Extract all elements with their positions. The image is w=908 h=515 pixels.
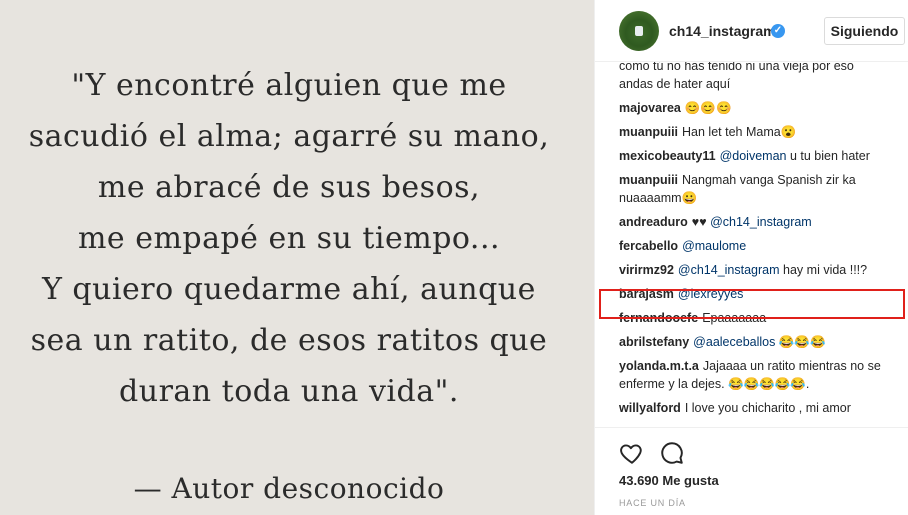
comment-text: hay mi vida !!!? [783,263,868,277]
comment-username[interactable]: fercabello [619,239,678,253]
verified-badge-icon: ✓ [771,24,785,38]
post-header: ch14_instagram ✓ Siguiendo [595,0,908,62]
comment-username[interactable]: mexicobeauty11 [619,149,716,163]
comment-username[interactable]: yolanda.m.t.a [619,359,699,373]
comment-username[interactable]: muanpuiii [619,173,678,187]
comment-mention[interactable]: @maulome [682,239,746,253]
quote-line: me abracé de sus besos, [97,170,481,205]
post-timestamp: HACE UN DÍA [619,498,686,508]
comment-username[interactable]: virirmz92 [619,263,674,277]
list-item: majovarea 😊😊😊 [619,99,889,117]
comment-text: como tú no has tenido ni una vieja por e… [619,62,854,91]
quote-line: sea un ratito, de esos ratitos que [30,323,548,358]
list-item: virirmz92 @ch14_instagram hay mi vida !!!… [619,261,889,279]
avatar[interactable] [619,11,659,51]
quote-line: Y quiero quedarme ahí, aunque [42,272,536,307]
avatar-logo-icon [635,26,643,36]
comment-mention[interactable]: @doiveman [720,149,787,163]
comment-username[interactable]: andreaduro [619,215,688,229]
quote-line: "Y encontré alguien que me [71,68,507,103]
comment-bubble-icon[interactable] [659,440,685,466]
quote-text: "Y encontré alguien que me sacudió el al… [0,60,578,417]
heart-icon[interactable] [619,440,645,466]
list-item: como tú no has tenido ni una vieja por e… [619,62,889,93]
instagram-post-view: "Y encontré alguien que me sacudió el al… [0,0,908,515]
list-item: willyalford I love you chicharito , mi am… [619,399,889,417]
comment-username[interactable]: majovarea [619,101,681,115]
comment-mention[interactable]: @ch14_instagram [710,215,812,229]
comment-text: 😂😂😂 [778,335,826,349]
comment-text: 😊😊😊 [684,101,732,115]
comment-mention[interactable]: @aaleceballos [693,335,775,349]
comments-list[interactable]: como tú no has tenido ni una vieja por e… [595,62,908,427]
post-username[interactable]: ch14_instagram [669,23,776,39]
following-button[interactable]: Siguiendo [824,17,905,45]
post-actions: 43.690 Me gusta HACE UN DÍA [595,427,908,515]
post-image[interactable]: "Y encontré alguien que me sacudió el al… [0,0,594,515]
list-item: mexicobeauty11 @doiveman u tu bien hater [619,147,889,165]
comment-mention[interactable]: @ch14_instagram [678,263,780,277]
list-item: muanpuiii Han let teh Mama😮 [619,123,889,141]
comment-text: u tu bien hater [789,149,870,163]
list-item: muanpuiii Nangmah vanga Spanish zir ka nu… [619,171,889,207]
comment-username[interactable]: abrilstefany [619,335,689,349]
comment-text: Han let teh Mama😮 [682,125,797,139]
list-item: abrilstefany @aaleceballos 😂😂😂 [619,333,889,351]
list-item: andreaduro ♥♥ @ch14_instagram [619,213,889,231]
comment-text: I love you chicharito , mi amor [684,401,851,415]
list-item: fercabello @maulome [619,237,889,255]
comment-text: ♥♥ [691,215,707,229]
quote-line: sacudió el alma; agarré su mano, [28,119,550,154]
post-side-panel: ch14_instagram ✓ Siguiendo como tú no ha… [594,0,908,515]
quote-author: — Autor desconocido [133,472,445,505]
quote-line: me empapé en su tiempo... [77,221,501,256]
list-item: yolanda.m.t.a Jajaaaa un ratito mientras … [619,357,889,393]
quote-line: duran toda una vida". [119,374,459,409]
comment-username[interactable]: muanpuiii [619,125,678,139]
likes-count[interactable]: 43.690 Me gusta [619,473,719,488]
comment-username[interactable]: willyalford [619,401,681,415]
highlight-box [599,289,905,319]
